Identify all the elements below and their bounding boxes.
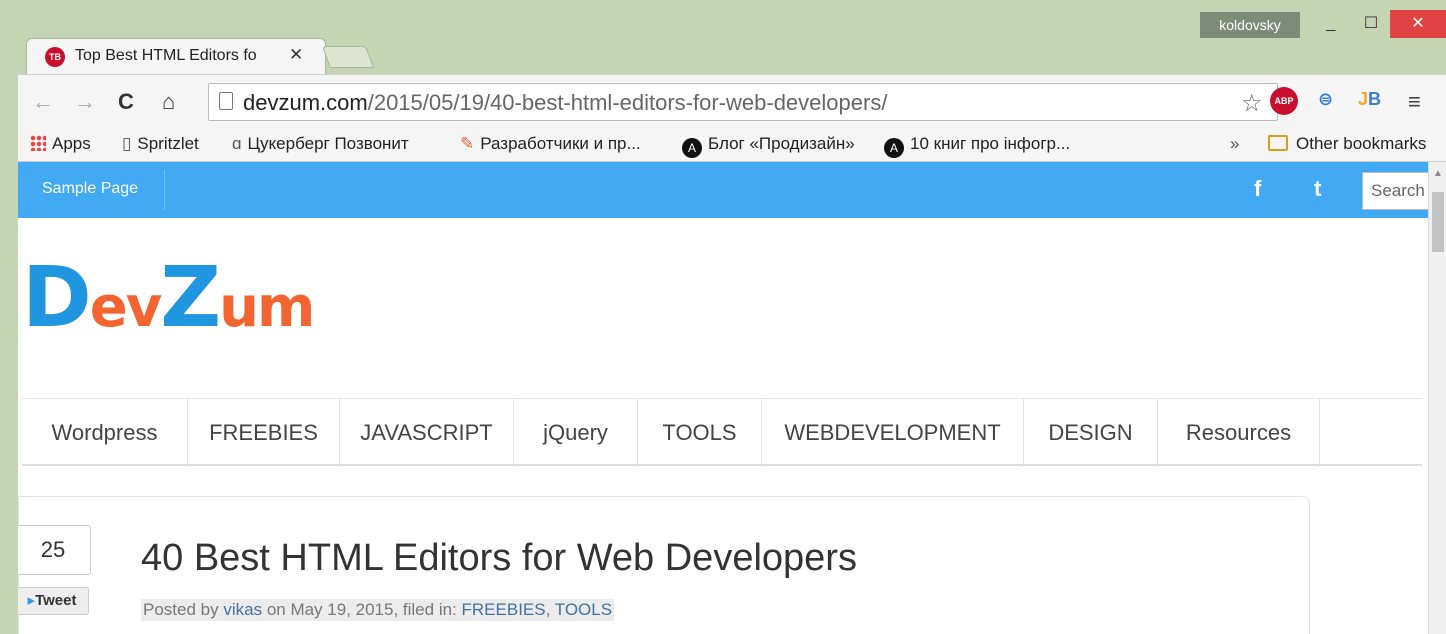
page-icon: ▯: [122, 134, 132, 153]
jb-b: B: [1368, 89, 1382, 109]
logo-um: um: [219, 275, 315, 340]
url-text[interactable]: devzum.com/2015/05/19/40-best-html-edito…: [243, 90, 887, 116]
reload-icon[interactable]: C: [118, 89, 134, 115]
article-meta: Posted by vikas on May 19, 2015, filed i…: [141, 599, 615, 621]
share-count: 25: [18, 525, 91, 575]
bookmarks-overflow-button[interactable]: »: [1230, 134, 1239, 154]
apps-grid-icon: [30, 135, 46, 151]
bookmark-zuckerberg[interactable]: ɑ Цукерберг Позвонит: [232, 134, 409, 154]
close-tab-icon[interactable]: ✕: [289, 45, 303, 65]
bookmark-label: Разработчики и пр...: [480, 134, 641, 153]
site-topbar: Sample Page f t Search: [18, 162, 1428, 218]
page-scrollbar[interactable]: ▲: [1428, 162, 1446, 634]
new-tab-button[interactable]: [321, 46, 375, 68]
posted-by: Posted by: [143, 600, 219, 619]
tweet-button[interactable]: ▸Tweet: [18, 587, 89, 615]
nav-tools[interactable]: TOOLS: [638, 399, 762, 467]
twitter-icon[interactable]: t: [1314, 176, 1321, 202]
a-icon: A: [682, 138, 702, 158]
category-freebies-link[interactable]: FREEBIES: [462, 600, 546, 619]
bookmark-label: Цукерберг Позвонит: [247, 134, 409, 153]
logo-ev: ev: [89, 275, 162, 340]
twitter-bird-icon: ▸: [27, 592, 36, 609]
adblock-icon[interactable]: ABP: [1270, 87, 1298, 115]
minimize-button[interactable]: _: [1314, 10, 1348, 38]
post-date: on May 19, 2015, filed in:: [266, 600, 457, 619]
nav-wordpress[interactable]: Wordpress: [22, 399, 188, 467]
feather-icon: ✎: [460, 134, 475, 153]
profile-badge[interactable]: koldovsky: [1200, 12, 1300, 38]
nav-jquery[interactable]: jQuery: [514, 399, 638, 467]
page-icon: [219, 92, 233, 110]
forward-icon[interactable]: →: [74, 89, 96, 115]
close-window-button[interactable]: ✕: [1390, 10, 1446, 38]
url-path: /2015/05/19/40-best-html-editors-for-web…: [367, 90, 888, 115]
logo-z: Z: [160, 248, 221, 346]
back-icon[interactable]: ←: [32, 89, 54, 115]
nav-freebies[interactable]: FREEBIES: [188, 399, 340, 467]
other-bookmarks[interactable]: Other bookmarks: [1268, 134, 1426, 154]
bookmark-label: Spritzlet: [137, 134, 199, 153]
browser-toolbar: ← → C ⌂ devzum.com/2015/05/19/40-best-ht…: [18, 74, 1446, 128]
browser-tab[interactable]: TB Top Best HTML Editors fo ✕: [26, 38, 326, 74]
home-icon[interactable]: ⌂: [162, 89, 175, 115]
site-search-input[interactable]: Search: [1362, 172, 1428, 210]
bookmark-apps[interactable]: Apps: [30, 134, 91, 154]
browser-window: koldovsky _ ☐ ✕ TB Top Best HTML Editors…: [0, 0, 1446, 634]
sample-page-link[interactable]: Sample Page: [42, 180, 138, 198]
jetbrains-icon[interactable]: JB: [1358, 89, 1381, 110]
favicon-icon: TB: [45, 47, 65, 67]
logo-d: D: [22, 248, 92, 346]
nav-resources[interactable]: Resources: [1158, 399, 1320, 467]
bookmark-label: 10 книг про інфогр...: [910, 134, 1071, 153]
article-title[interactable]: 40 Best HTML Editors for Web Developers: [141, 537, 857, 580]
article-card: 25 ▸Tweet 40 Best HTML Editors for Web D…: [18, 496, 1310, 634]
logo-zum: Zum: [160, 248, 315, 346]
bookmark-prodesign[interactable]: A Блог «Продизайн»: [682, 134, 855, 158]
scroll-thumb[interactable]: [1432, 192, 1444, 252]
bookmark-label: Блог «Продизайн»: [708, 134, 855, 153]
nav-design[interactable]: DESIGN: [1024, 399, 1158, 467]
bookmark-star-icon[interactable]: ☆: [1241, 89, 1263, 118]
tab-title: Top Best HTML Editors fo: [75, 47, 257, 64]
nav-javascript[interactable]: JAVASCRIPT: [340, 399, 514, 467]
scroll-up-icon[interactable]: ▲: [1433, 168, 1443, 179]
site-logo[interactable]: DevZum: [22, 248, 315, 346]
bookmark-developers[interactable]: ✎ Разработчики и пр...: [460, 134, 641, 154]
folder-icon: [1268, 135, 1288, 151]
sync-extension-icon[interactable]: ⊜: [1318, 89, 1333, 110]
facebook-icon[interactable]: f: [1254, 176, 1261, 202]
menu-icon[interactable]: ≡: [1408, 89, 1421, 115]
jb-j: J: [1358, 89, 1369, 109]
category-tools-link[interactable]: TOOLS: [555, 600, 612, 619]
a-icon: A: [884, 138, 904, 158]
bookmark-spritzlet[interactable]: ▯ Spritzlet: [122, 134, 199, 154]
maximize-button[interactable]: ☐: [1354, 10, 1388, 38]
bookmark-label: Apps: [52, 134, 91, 153]
bookmark-label: Other bookmarks: [1296, 134, 1427, 153]
address-bar[interactable]: devzum.com/2015/05/19/40-best-html-edito…: [208, 83, 1278, 121]
logo-dev: Dev: [22, 248, 162, 346]
nav-webdevelopment[interactable]: WEBDEVELOPMENT: [762, 399, 1024, 467]
author-link[interactable]: vikas: [223, 600, 262, 619]
bookmark-infographics[interactable]: A 10 книг про інфогр...: [884, 134, 1070, 158]
web-page: Sample Page f t Search DevZum Wordpress …: [18, 162, 1428, 634]
tweet-label: Tweet: [35, 592, 77, 609]
window-frame: [0, 0, 18, 634]
main-nav: Wordpress FREEBIES JAVASCRIPT jQuery TOO…: [22, 398, 1422, 467]
divider: [164, 170, 165, 210]
url-host: devzum.com: [243, 90, 368, 115]
bookmarks-bar: Apps ▯ Spritzlet ɑ Цукерберг Позвонит ✎ Раз…: [18, 128, 1446, 162]
bookmarklet-icon: ɑ: [232, 134, 242, 153]
